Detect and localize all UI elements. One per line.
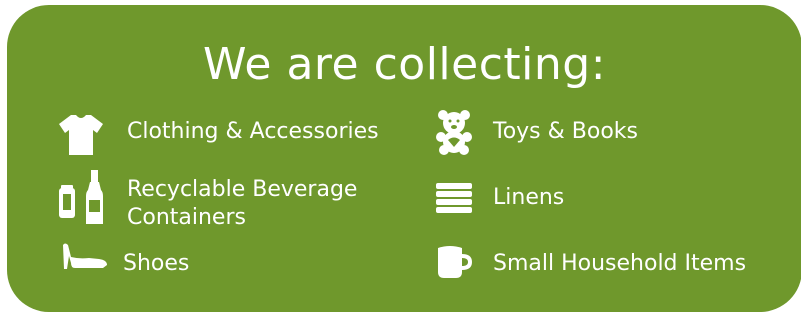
item-label-linens: Linens — [493, 185, 565, 210]
item-label-household: Small Household Items — [493, 251, 747, 276]
teddy-bear-icon — [436, 110, 472, 155]
can-bottle-icon — [59, 170, 103, 224]
banner-title: We are collecting: — [202, 39, 607, 90]
item-label-toys-books: Toys & Books — [493, 119, 638, 144]
item-label-clothing: Clothing & Accessories — [127, 119, 379, 144]
collection-banner: We are collecting: Clothing & Accessorie… — [7, 5, 801, 312]
tshirt-icon — [59, 115, 103, 155]
item-label-beverage: Recyclable Beverage — [127, 177, 358, 202]
mug-icon — [438, 246, 472, 278]
folded-linens-icon — [436, 183, 472, 213]
item-label-beverage-line2: Containers — [127, 205, 246, 230]
item-label-shoes: Shoes — [123, 251, 190, 276]
high-heel-shoe-icon — [63, 243, 107, 269]
